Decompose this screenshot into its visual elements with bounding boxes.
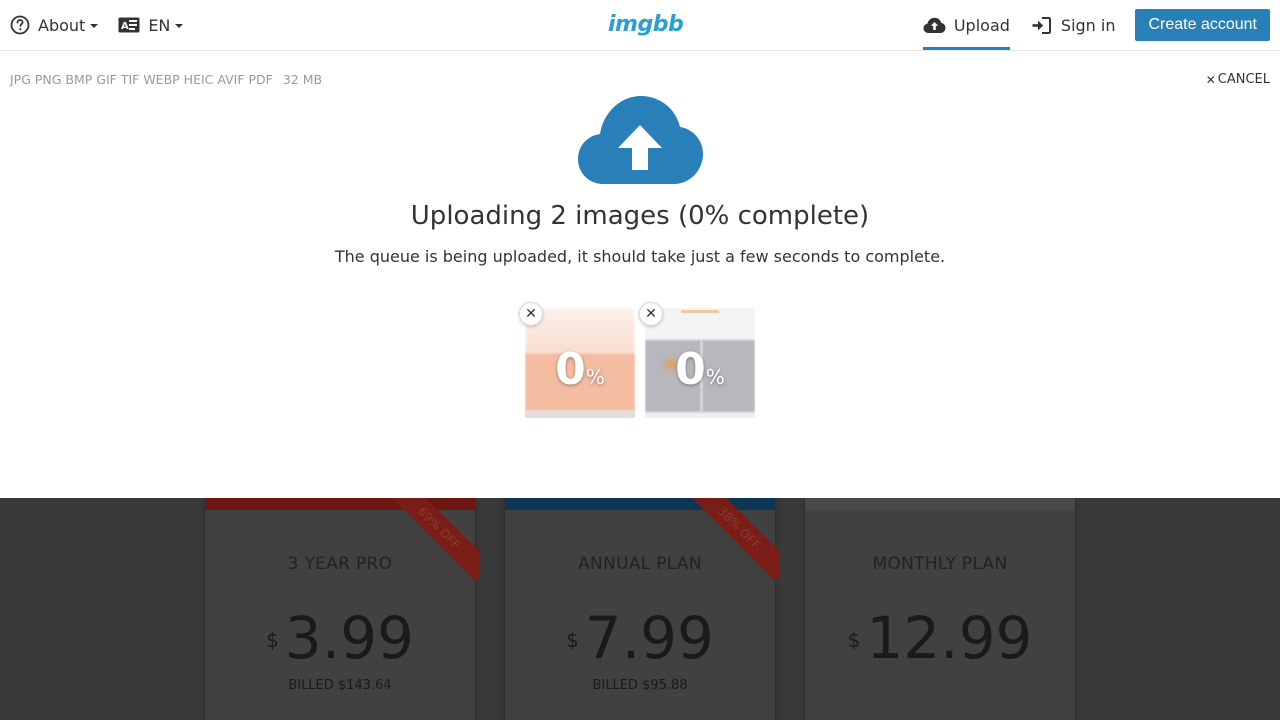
plan-price: $3.99 — [205, 606, 475, 670]
sign-in-label: Sign in — [1060, 15, 1116, 35]
progress-number: 0 — [555, 344, 586, 395]
upload-queue: 0% ✕ 0% ✕ — [519, 302, 765, 418]
chevron-down-icon — [175, 24, 184, 28]
plan-card[interactable]: 69% OFF 3 YEAR PRO $3.99 BILLED $143.64 — [205, 498, 479, 720]
queue-item: 0% ✕ — [639, 302, 755, 418]
close-icon: ✕ — [645, 306, 657, 322]
close-icon: ✕ — [525, 306, 537, 322]
plan-card[interactable]: MONTHLY PLAN $12.99 — [805, 498, 1075, 720]
currency-symbol: $ — [847, 628, 861, 652]
queue-item: 0% ✕ — [519, 302, 635, 418]
billed-amount: BILLED $95.88 — [592, 678, 688, 693]
chevron-down-icon — [90, 24, 99, 28]
progress-number: 0 — [675, 344, 706, 395]
upload-status-title: Uploading 2 images (0% complete) — [410, 201, 870, 231]
cancel-label: CANCEL — [1217, 72, 1270, 87]
language-menu[interactable]: A EN — [118, 15, 184, 35]
progress-percent-sign: % — [705, 365, 725, 389]
plan-accent-bar — [805, 498, 1075, 510]
formats-list: JPG PNG BMP GIF TIF WEBP HEIC AVIF PDF — [10, 72, 273, 87]
sign-in-link[interactable]: Sign in — [1032, 15, 1116, 35]
create-account-button[interactable]: Create account — [1135, 9, 1270, 41]
billed-amount: BILLED $143.64 — [288, 678, 392, 693]
sign-in-icon — [1032, 16, 1051, 34]
remove-image-button[interactable]: ✕ — [639, 302, 663, 326]
price-amount: 7.99 — [584, 604, 714, 672]
plan-title: MONTHLY PLAN — [872, 554, 1008, 574]
progress-percent-sign: % — [585, 365, 605, 389]
upload-status-description: The queue is being uploaded, it should t… — [334, 247, 946, 266]
cancel-upload-button[interactable]: ✕ CANCEL — [1206, 72, 1270, 87]
nav-left: About A EN — [10, 0, 184, 50]
close-icon: ✕ — [1205, 72, 1216, 87]
upload-label: Upload — [953, 15, 1010, 35]
currency-symbol: $ — [566, 628, 579, 652]
remove-image-button[interactable]: ✕ — [519, 302, 543, 326]
max-file-size: 32 MB — [282, 72, 323, 87]
question-circle-icon — [10, 15, 30, 35]
nav-right: Upload Sign in Create account — [922, 0, 1270, 50]
upload-tab[interactable]: Upload — [922, 0, 1010, 50]
about-menu[interactable]: About — [10, 15, 99, 35]
pricing-overlay: 69% OFF 3 YEAR PRO $3.99 BILLED $143.64 … — [0, 498, 1280, 720]
top-navigation-bar: About A EN imgbb Upload Sign in Create a… — [0, 0, 1280, 51]
plan-card[interactable]: 38% OFF ANNUAL PLAN $7.99 BILLED $95.88 — [505, 498, 779, 720]
site-logo[interactable]: imgbb — [608, 12, 684, 37]
plan-title: ANNUAL PLAN — [578, 554, 702, 574]
price-amount: 3.99 — [284, 604, 414, 672]
svg-text:A: A — [121, 21, 129, 32]
about-label: About — [38, 15, 86, 35]
cloud-upload-icon — [923, 17, 946, 33]
allowed-formats: JPG PNG BMP GIF TIF WEBP HEIC AVIF PDF 3… — [10, 72, 322, 87]
plan-price: $7.99 — [505, 606, 775, 670]
price-amount: 12.99 — [866, 604, 1033, 672]
upload-progress: 0% — [525, 348, 635, 392]
language-card-icon: A — [118, 17, 140, 33]
language-label: EN — [148, 15, 171, 35]
plan-price: $12.99 — [805, 606, 1075, 670]
plan-title: 3 YEAR PRO — [287, 554, 393, 574]
upload-progress: 0% — [645, 348, 755, 392]
cloud-upload-icon — [578, 96, 703, 186]
currency-symbol: $ — [266, 628, 279, 652]
